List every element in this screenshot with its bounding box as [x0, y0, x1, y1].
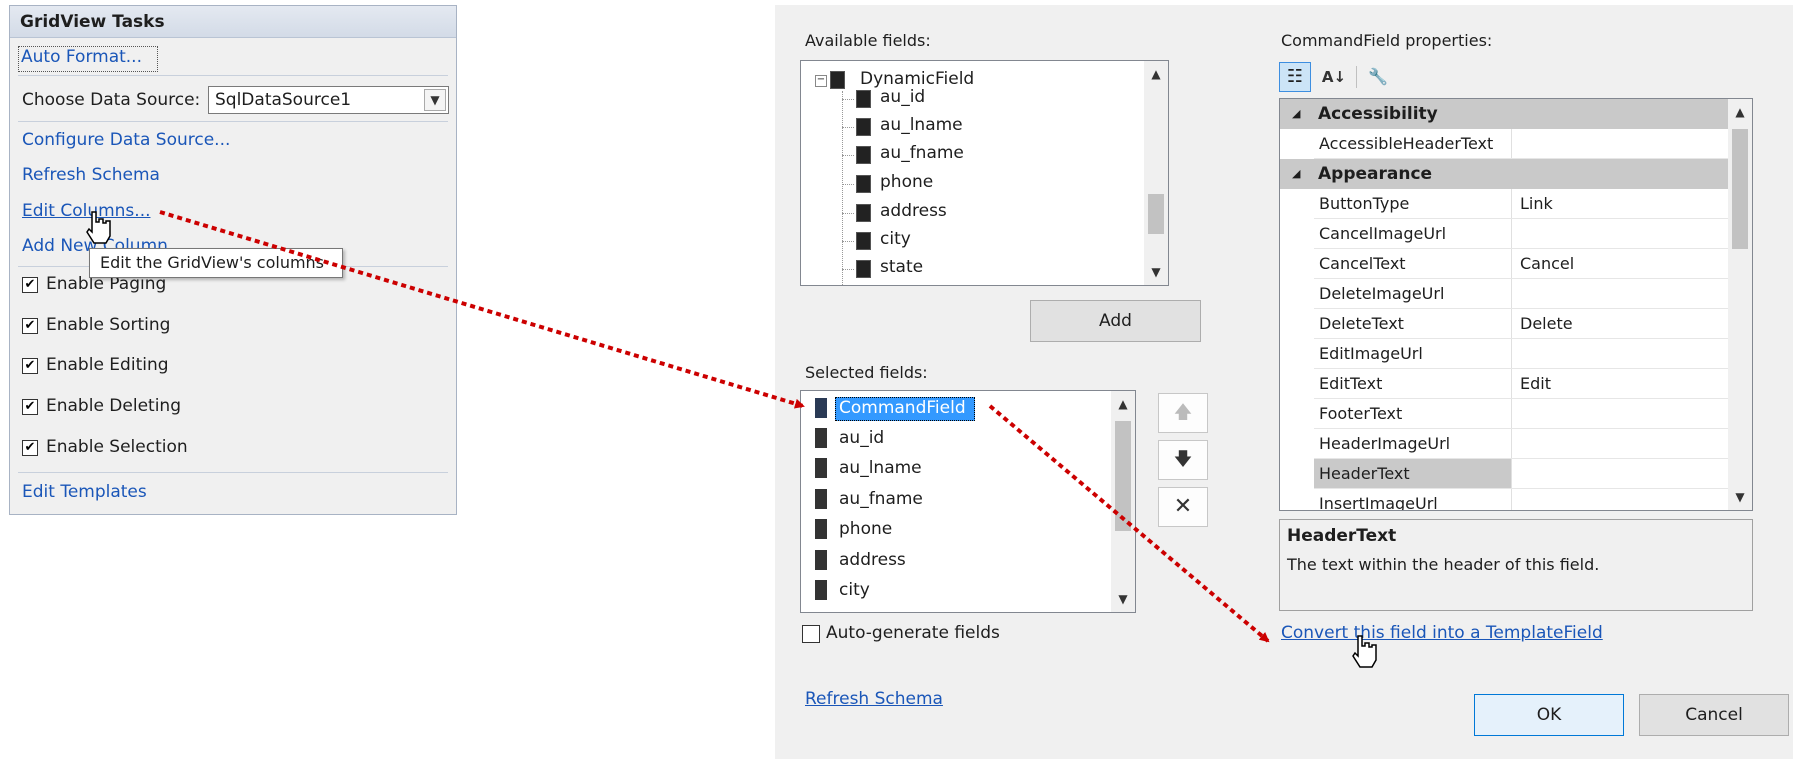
- arrow-to-convert-link: [988, 404, 1270, 643]
- annotation-overlay: [86, 210, 1377, 668]
- arrow-to-selected-fields: [159, 210, 805, 409]
- hand-cursor-icon: [86, 211, 111, 244]
- hand-cursor-icon: [1352, 635, 1377, 668]
